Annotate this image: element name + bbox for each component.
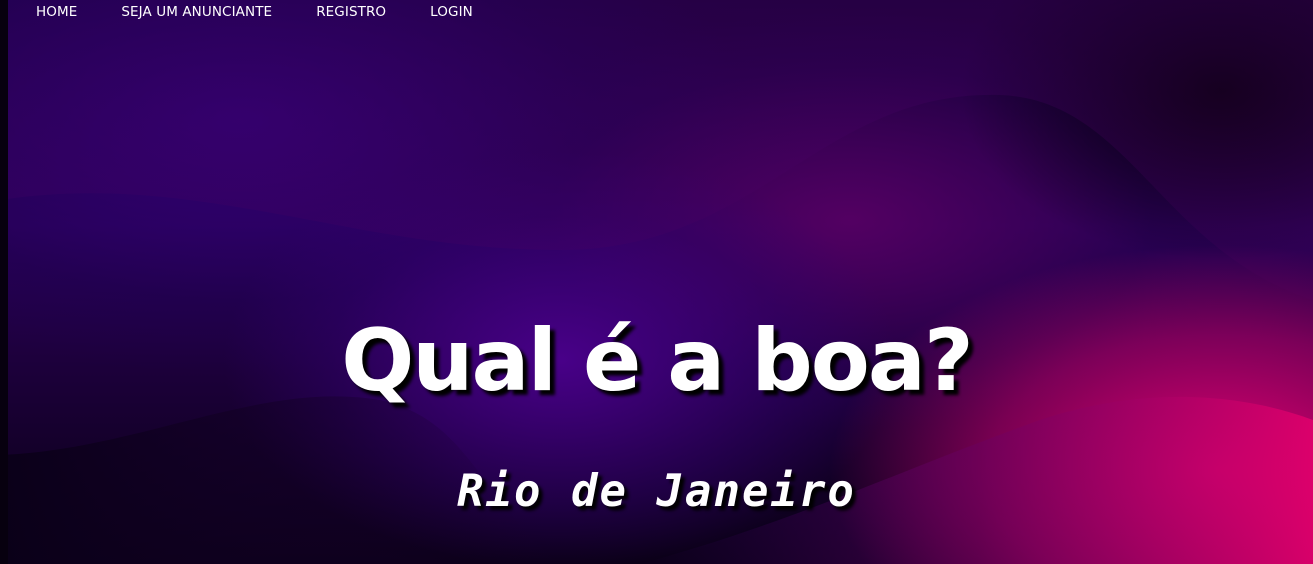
nav-register-link[interactable]: REGISTRO [316,6,386,20]
nav-home-link[interactable]: HOME [36,6,77,20]
hero-city-subtitle: Rio de Janeiro [457,466,856,517]
top-navigation: HOME SEJA UM ANUNCIANTE REGISTRO LOGIN [0,0,473,26]
hero-section: HOME SEJA UM ANUNCIANTE REGISTRO LOGIN Q… [0,0,1313,564]
nav-login-link[interactable]: LOGIN [430,6,473,20]
nav-advertiser-link[interactable]: SEJA UM ANUNCIANTE [121,6,272,20]
hero-title: Qual é a boa? [341,310,974,411]
